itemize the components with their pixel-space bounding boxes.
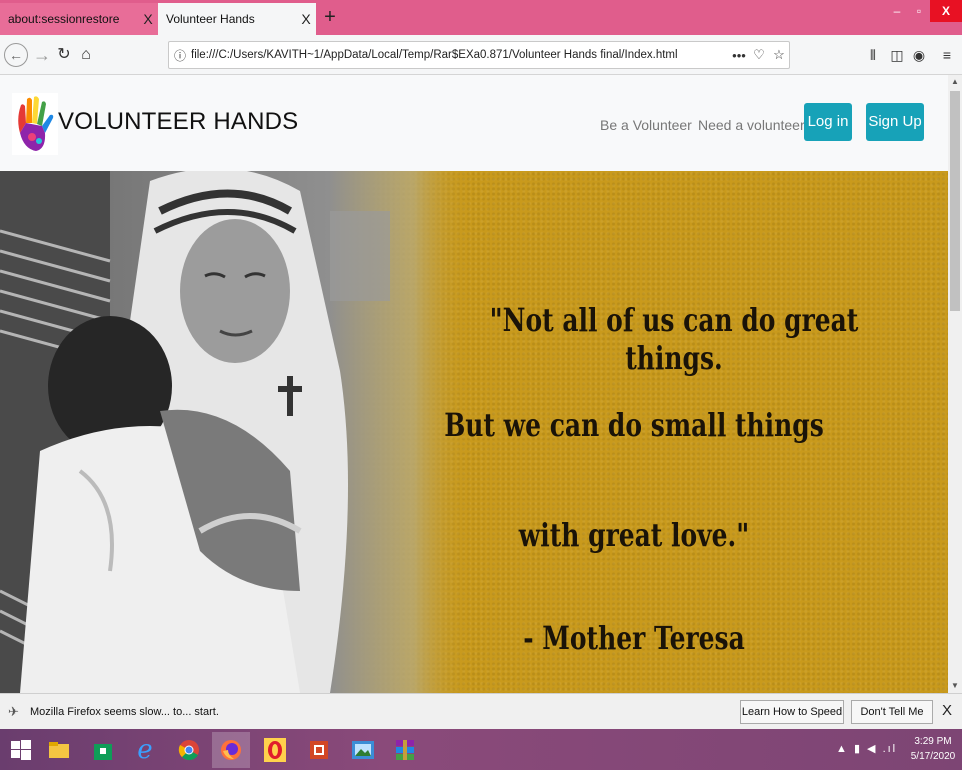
- tab-strip: about:sessionrestore X Volunteer Hands X…: [0, 0, 962, 35]
- windows-taskbar: e ▲ ▮ ◀ .ıl 3:29 PM 5/17/2020: [0, 729, 962, 770]
- tab-close-icon[interactable]: X: [138, 11, 158, 27]
- photos-icon[interactable]: [344, 732, 382, 768]
- reload-icon[interactable]: ↻: [52, 43, 76, 67]
- tab-close-icon[interactable]: X: [296, 11, 316, 27]
- url-text[interactable]: file:///C:/Users/KAVITH~1/AppData/Local/…: [191, 49, 729, 61]
- menu-icon[interactable]: ≡: [936, 43, 958, 67]
- quote-line-3: with great love.": [518, 516, 750, 554]
- scroll-up-icon[interactable]: ▲: [948, 75, 962, 89]
- quote-block: "Not all of us can do great things. But …: [400, 171, 948, 693]
- chrome-icon[interactable]: [170, 732, 208, 768]
- address-bar[interactable]: ⓘ file:///C:/Users/KAVITH~1/AppData/Loca…: [168, 41, 790, 69]
- brand-name[interactable]: VOLUNTEER HANDS: [58, 108, 298, 136]
- scroll-down-icon[interactable]: ▼: [948, 679, 962, 693]
- nav-need-a-volunteer[interactable]: Need a volunteer: [698, 117, 805, 133]
- forward-icon[interactable]: →: [30, 43, 54, 67]
- bookmark-star-icon[interactable]: ☆: [769, 47, 789, 63]
- firefox-icon[interactable]: [212, 732, 250, 768]
- account-icon[interactable]: ◉: [908, 43, 930, 67]
- clock-time: 3:29 PM: [914, 736, 952, 747]
- notification-bar: ✈ Mozilla Firefox seems slow... to... st…: [0, 693, 962, 740]
- edge-icon[interactable]: e: [126, 732, 164, 768]
- home-icon[interactable]: ⌂: [74, 43, 98, 67]
- back-icon[interactable]: ←: [4, 43, 28, 67]
- tab-label: about:sessionrestore: [8, 12, 120, 26]
- scroll-thumb[interactable]: [950, 91, 960, 311]
- clock-date: 5/17/2020: [910, 751, 956, 762]
- signup-button[interactable]: Sign Up: [866, 103, 924, 141]
- login-button[interactable]: Log in: [804, 103, 852, 141]
- window-close-button[interactable]: X: [930, 0, 962, 22]
- taskbar-clock[interactable]: 3:29 PM 5/17/2020: [906, 734, 960, 764]
- opera-icon[interactable]: [256, 732, 294, 768]
- winrar-icon[interactable]: [386, 732, 424, 768]
- hand-logo-icon[interactable]: [12, 93, 58, 155]
- windows-start-icon[interactable]: [2, 732, 40, 768]
- dont-tell-again-button[interactable]: Don't Tell Me Again: [851, 700, 933, 740]
- rocket-icon: ✈: [8, 704, 19, 719]
- sidebar-icon[interactable]: ◫: [886, 43, 908, 67]
- store-icon[interactable]: [84, 732, 122, 768]
- notification-close-icon[interactable]: X: [938, 702, 956, 719]
- tab-label: Volunteer Hands: [166, 12, 255, 26]
- learn-speed-button[interactable]: Learn How to Speed It Up: [740, 700, 844, 740]
- maximize-button[interactable]: ▫: [908, 0, 930, 22]
- minimize-button[interactable]: –: [886, 0, 908, 22]
- powerpoint-icon[interactable]: [300, 732, 338, 768]
- pocket-icon[interactable]: ♡: [749, 47, 769, 63]
- hero-banner: "Not all of us can do great things. But …: [0, 171, 948, 693]
- more-icon[interactable]: •••: [729, 48, 749, 63]
- new-tab-button[interactable]: +: [318, 5, 342, 31]
- system-tray[interactable]: ▲ ▮ ◀ .ıl: [836, 742, 897, 755]
- site-header: VOLUNTEER HANDS Be a Volunteer Need a vo…: [0, 75, 948, 171]
- quote-line-2: But we can do small things: [444, 406, 824, 444]
- quote-attribution: - Mother Teresa: [523, 619, 745, 657]
- file-explorer-icon[interactable]: [40, 732, 78, 768]
- page-viewport: VOLUNTEER HANDS Be a Volunteer Need a vo…: [0, 75, 948, 693]
- navigation-toolbar: ← → ↻ ⌂ ⓘ file:///C:/Users/KAVITH~1/AppD…: [0, 35, 962, 75]
- nav-be-a-volunteer[interactable]: Be a Volunteer: [600, 117, 692, 133]
- tab-volunteer-hands[interactable]: Volunteer Hands X: [158, 3, 316, 35]
- notification-message: Mozilla Firefox seems slow... to... star…: [30, 706, 219, 718]
- vertical-scrollbar[interactable]: ▲ ▼: [948, 75, 962, 693]
- tab-session-restore[interactable]: about:sessionrestore X: [0, 3, 158, 35]
- library-icon[interactable]: ⫴: [862, 43, 884, 67]
- quote-line-1: "Not all of us can do great things.: [489, 301, 859, 377]
- info-icon[interactable]: ⓘ: [169, 47, 191, 64]
